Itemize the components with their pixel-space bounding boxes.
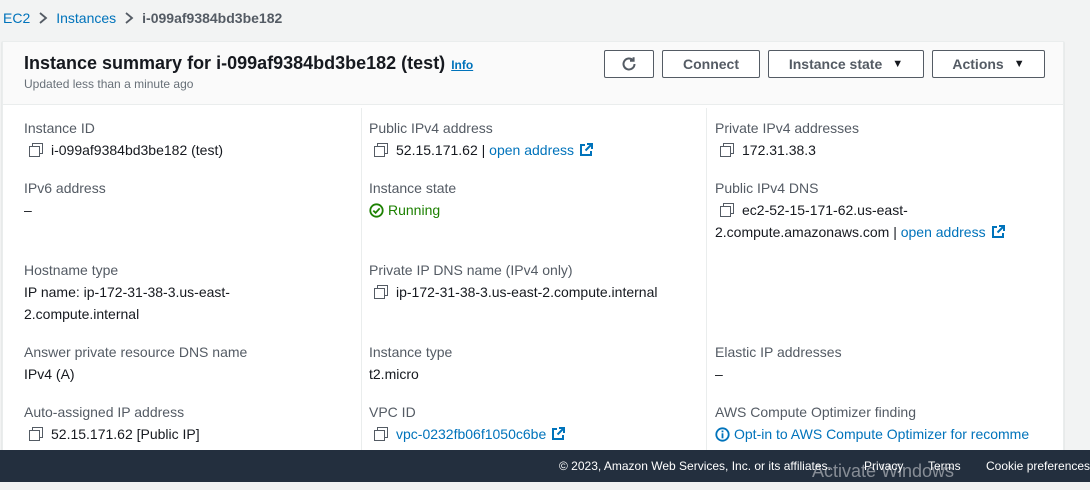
hostname-type-value-cont: 2.compute.internal <box>24 306 140 322</box>
open-address-link[interactable]: open address <box>489 142 594 158</box>
field-label: AWS Compute Optimizer finding <box>715 404 916 420</box>
field-vpc-id: VPC ID vpc-0232fb06f1050c6be <box>369 401 566 445</box>
breadcrumb-current: i-099af9384bd3be182 <box>142 10 283 26</box>
column-divider <box>361 108 362 462</box>
answer-dns-value: IPv4 (A) <box>24 366 75 382</box>
field-label: Public IPv4 address <box>369 120 493 136</box>
info-icon <box>715 427 730 442</box>
field-label: Hostname type <box>24 262 119 278</box>
ipv6-value: – <box>24 202 32 218</box>
private-ipv4-value: 172.31.38.3 <box>742 142 816 158</box>
field-label: Instance type <box>369 344 453 360</box>
field-label: Instance ID <box>24 120 95 136</box>
footer-copyright: © 2023, Amazon Web Services, Inc. or its… <box>559 459 831 473</box>
field-auto-ip: Auto-assigned IP address 52.15.171.62 [P… <box>24 401 200 445</box>
field-label: Private IP DNS name (IPv4 only) <box>369 262 573 278</box>
info-link[interactable]: Info <box>451 58 473 72</box>
refresh-icon <box>622 57 636 71</box>
field-label: VPC ID <box>369 404 416 420</box>
panel-header: Instance summary for i-099af9384bd3be182… <box>3 42 1063 105</box>
footer-privacy-link[interactable]: Privacy <box>864 459 903 473</box>
field-instance-type: Instance type t2.micro <box>369 341 452 385</box>
field-answer-dns: Answer private resource DNS name IPv4 (A… <box>24 341 247 385</box>
instance-state-label: Instance state <box>788 56 883 72</box>
public-dns-value: ec2-52-15-171-62.us-east- <box>742 202 908 218</box>
actions-button[interactable]: Actions ▼ <box>932 50 1045 78</box>
vpc-id-link[interactable]: vpc-0232fb06f1050c6be <box>396 426 566 442</box>
breadcrumb-ec2[interactable]: EC2 <box>3 10 30 26</box>
optimizer-opt-in-link[interactable]: Opt-in to AWS Compute Optimizer for reco… <box>715 426 1029 442</box>
open-address-text: open address <box>489 142 575 158</box>
open-address-text: open address <box>900 224 986 240</box>
auto-ip-value: 52.15.171.62 [Public IP] <box>51 426 200 442</box>
field-label: Instance state <box>369 180 457 196</box>
field-public-dns: Public IPv4 DNS ec2-52-15-171-62.us-east… <box>715 177 1005 243</box>
column-divider <box>706 108 707 462</box>
field-hostname-type: Hostname type IP name: ip-172-31-38-3.us… <box>24 259 230 325</box>
chevron-right-icon <box>30 10 56 26</box>
breadcrumb-instances[interactable]: Instances <box>56 10 116 26</box>
instance-state-button[interactable]: Instance state ▼ <box>768 50 924 78</box>
chevron-right-icon <box>116 10 142 26</box>
external-link-icon <box>580 143 594 156</box>
instance-type-value: t2.micro <box>369 366 419 382</box>
connect-button[interactable]: Connect <box>662 50 760 78</box>
field-label: Auto-assigned IP address <box>24 404 185 420</box>
footer-terms-link[interactable]: Terms <box>928 459 961 473</box>
public-dns-value-cont: 2.compute.amazonaws.com <box>715 224 890 240</box>
copy-icon[interactable] <box>374 285 388 299</box>
open-address-link[interactable]: open address <box>901 224 1005 240</box>
field-label: Elastic IP addresses <box>715 344 842 360</box>
separator: | <box>893 224 897 240</box>
breadcrumb: EC2 Instances i-099af9384bd3be182 <box>3 9 282 27</box>
instance-id-value: i-099af9384bd3be182 (test) <box>51 142 224 158</box>
copy-icon[interactable] <box>720 203 734 217</box>
page-title: Instance summary for i-099af9384bd3be182… <box>24 53 473 74</box>
copy-icon[interactable] <box>29 143 43 157</box>
title-text: Instance summary for i-099af9384bd3be182… <box>24 53 446 73</box>
public-ipv4-value: 52.15.171.62 <box>396 142 478 158</box>
external-link-icon <box>991 225 1005 238</box>
field-private-ipv4: Private IPv4 addresses 172.31.38.3 <box>715 117 859 161</box>
vpc-id-text: vpc-0232fb06f1050c6be <box>396 426 547 442</box>
page-footer: © 2023, Amazon Web Services, Inc. or its… <box>0 450 1090 482</box>
caret-down-icon: ▼ <box>1013 58 1025 70</box>
external-link-icon <box>552 427 566 440</box>
field-ipv6: IPv6 address – <box>24 177 106 221</box>
field-optimizer: AWS Compute Optimizer finding Opt-in to … <box>715 401 1029 445</box>
field-label: Answer private resource DNS name <box>24 344 248 360</box>
check-circle-icon <box>369 203 384 218</box>
field-private-ip-dns: Private IP DNS name (IPv4 only) ip-172-3… <box>369 259 657 303</box>
optimizer-link-text: Opt-in to AWS Compute Optimizer for reco… <box>734 426 1030 442</box>
status-badge: Running <box>388 202 441 218</box>
field-elastic-ip: Elastic IP addresses – <box>715 341 842 385</box>
private-ip-dns-value: ip-172-31-38-3.us-east-2.compute.interna… <box>396 284 658 300</box>
elastic-ip-value: – <box>715 366 723 382</box>
hostname-type-value: IP name: ip-172-31-38-3.us-east- <box>24 284 230 300</box>
bottom-strip <box>0 482 1090 490</box>
field-label: Public IPv4 DNS <box>715 180 819 196</box>
field-instance-id: Instance ID i-099af9384bd3be182 (test) <box>24 117 223 161</box>
instance-summary-panel: Instance summary for i-099af9384bd3be182… <box>2 41 1064 462</box>
updated-text: Updated less than a minute ago <box>24 77 194 91</box>
caret-down-icon: ▼ <box>892 58 904 70</box>
separator: | <box>481 142 486 158</box>
copy-icon[interactable] <box>374 143 388 157</box>
actions-label: Actions <box>952 56 1004 72</box>
footer-cookie-preferences-link[interactable]: Cookie preferences <box>986 459 1090 473</box>
copy-icon[interactable] <box>720 143 734 157</box>
refresh-button[interactable] <box>604 50 654 78</box>
field-label: Private IPv4 addresses <box>715 120 859 136</box>
field-public-ipv4: Public IPv4 address 52.15.171.62 | open … <box>369 117 594 161</box>
copy-icon[interactable] <box>29 427 43 441</box>
copy-icon[interactable] <box>374 427 388 441</box>
field-label: IPv6 address <box>24 180 106 196</box>
field-instance-state: Instance state Running <box>369 177 456 221</box>
